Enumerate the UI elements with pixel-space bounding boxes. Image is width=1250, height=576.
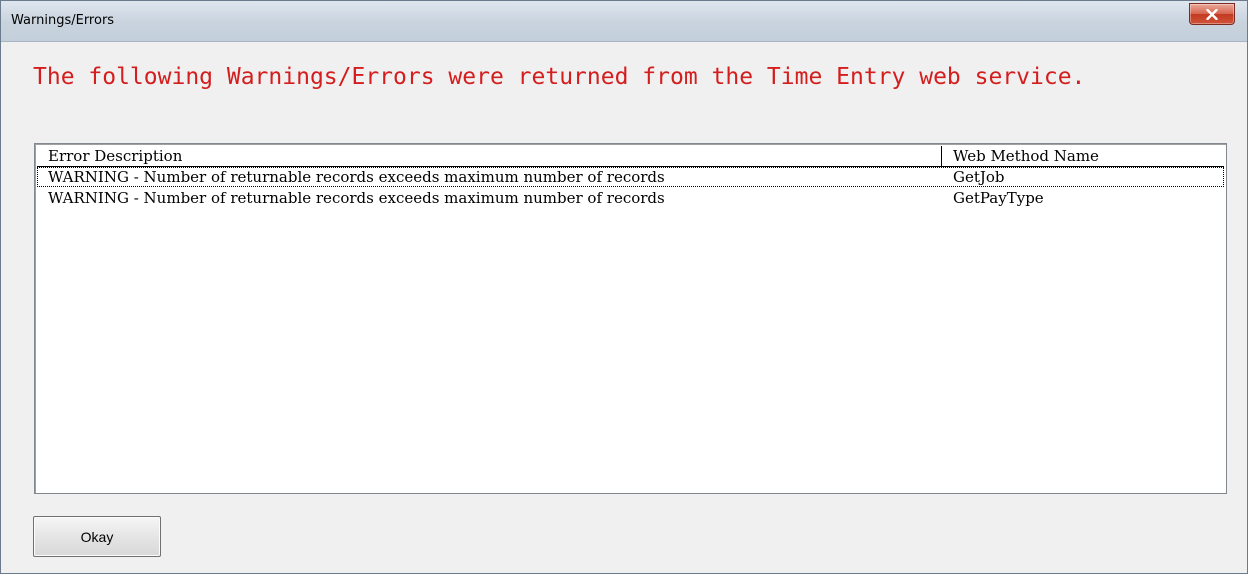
- warnings-list[interactable]: Error Description Web Method Name WARNIN…: [34, 143, 1227, 494]
- list-row[interactable]: WARNING - Number of returnable records e…: [37, 167, 1224, 187]
- window-title: Warnings/Errors: [11, 13, 115, 28]
- row-error-description: WARNING - Number of returnable records e…: [48, 168, 665, 186]
- row-web-method-name: GetPayType: [953, 189, 1044, 207]
- column-header-web-method-name[interactable]: Web Method Name: [942, 146, 1222, 166]
- close-x-icon: [1206, 8, 1218, 20]
- row-web-method-name: GetJob: [953, 168, 1005, 186]
- list-header: Error Description Web Method Name: [37, 146, 1224, 167]
- title-bar[interactable]: Warnings/Errors: [1, 1, 1247, 42]
- okay-button[interactable]: Okay: [33, 516, 161, 557]
- dialog-body: The following Warnings/Errors were retur…: [9, 42, 1239, 565]
- close-button[interactable]: [1189, 3, 1235, 25]
- dialog-window: Warnings/Errors The following Warnings/E…: [0, 0, 1248, 574]
- column-header-error-description[interactable]: Error Description: [37, 146, 942, 166]
- error-message: The following Warnings/Errors were retur…: [33, 64, 1086, 90]
- row-error-description: WARNING - Number of returnable records e…: [48, 189, 665, 207]
- list-row[interactable]: WARNING - Number of returnable records e…: [37, 188, 1224, 208]
